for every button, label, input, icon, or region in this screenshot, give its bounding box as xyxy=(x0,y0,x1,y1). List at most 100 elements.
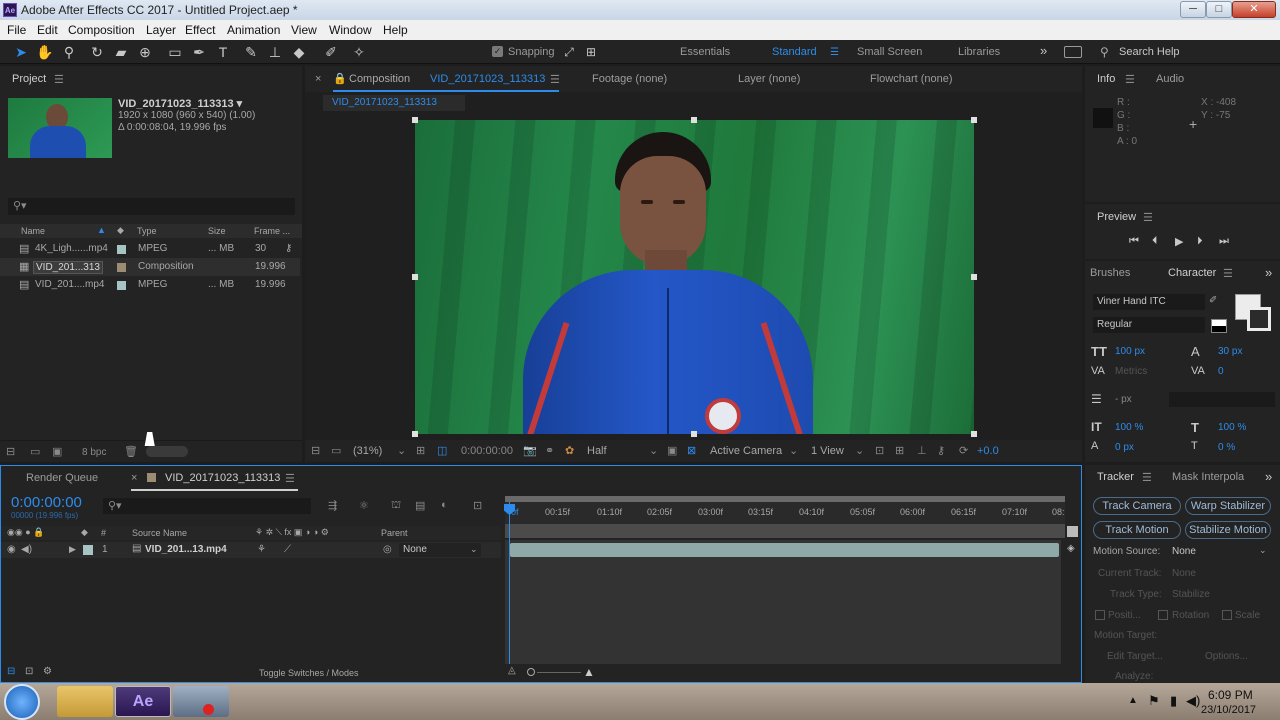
menu-view[interactable]: View xyxy=(291,23,317,37)
parent-dropdown[interactable]: None xyxy=(399,543,481,557)
camera-tool-icon[interactable]: ▰ xyxy=(112,43,130,61)
rotation-tool-icon[interactable]: ↻ xyxy=(88,43,106,61)
snapping-checkbox[interactable]: ✓ xyxy=(492,46,503,57)
column-type[interactable]: Type xyxy=(137,226,157,236)
quality-switch-icon[interactable]: ⟋ xyxy=(284,544,291,555)
in-out-icon[interactable]: ⚙ xyxy=(43,666,52,677)
comp-duration-bar[interactable] xyxy=(505,524,1065,538)
layer-number-column[interactable]: # xyxy=(101,528,106,538)
show-snapshot-icon[interactable]: ⚭ xyxy=(545,444,554,457)
action-center-flag-icon[interactable]: ⚑ xyxy=(1148,693,1160,709)
frame-blending-icon[interactable]: ▤ xyxy=(415,499,425,512)
zoom-slider[interactable] xyxy=(527,668,535,676)
last-frame-icon[interactable]: ⏭ xyxy=(1219,235,1229,248)
render-queue-tab[interactable]: Render Queue xyxy=(26,472,98,484)
track-motion-button[interactable]: Track Motion xyxy=(1093,521,1181,539)
fit-icon[interactable]: ⊞ xyxy=(416,444,425,457)
stroke-width-value[interactable]: - px xyxy=(1115,394,1132,405)
font-style-dropdown[interactable]: Regular xyxy=(1093,317,1205,333)
leading-value[interactable]: 30 px xyxy=(1218,346,1242,357)
current-time-display[interactable]: 0:00:00:00 xyxy=(461,445,513,457)
pen-tool-icon[interactable]: ✒ xyxy=(190,43,208,61)
brush-tool-icon[interactable]: ✎ xyxy=(242,43,260,61)
thumbnail-slider[interactable] xyxy=(146,446,188,457)
label-column-icon[interactable]: ◆ xyxy=(81,527,88,538)
default-colors-icon[interactable] xyxy=(1211,319,1227,333)
clone-stamp-tool-icon[interactable]: ⊥ xyxy=(266,43,284,61)
column-frame-rate[interactable]: Frame ... xyxy=(254,226,290,236)
menu-animation[interactable]: Animation xyxy=(227,23,280,37)
layer-label-swatch[interactable] xyxy=(83,545,93,555)
tracker-tab[interactable]: Tracker xyxy=(1097,471,1134,483)
transparency-grid-icon[interactable]: ⊠ xyxy=(687,444,696,457)
menu-layer[interactable]: Layer xyxy=(146,23,176,37)
stroke-style-dropdown[interactable] xyxy=(1169,392,1275,407)
motion-source-dropdown[interactable]: None xyxy=(1172,546,1196,557)
bit-depth-button[interactable]: 8 bpc xyxy=(82,447,106,458)
minimize-button[interactable]: ─ xyxy=(1180,1,1206,18)
network-icon[interactable]: ▮ xyxy=(1170,693,1177,709)
kerning-value[interactable]: Metrics xyxy=(1115,366,1147,377)
pick-whip-icon[interactable]: ◎ xyxy=(383,544,392,555)
column-size[interactable]: Size xyxy=(208,226,226,236)
shy-layers-icon[interactable]: ⛫ xyxy=(391,499,401,513)
audio-tab[interactable]: Audio xyxy=(1156,73,1184,85)
stroke-color-swatch[interactable] xyxy=(1247,307,1271,331)
eyedropper-icon[interactable]: ✐ xyxy=(1209,295,1217,306)
chevron-down-icon[interactable]: ⌄ xyxy=(470,544,478,555)
track-camera-button[interactable]: Track Camera xyxy=(1093,497,1181,515)
more-workspaces-icon[interactable]: » xyxy=(1040,43,1047,58)
project-item[interactable]: ▤ VID_201....mp4 MPEG ... MB 19.996 xyxy=(0,276,300,294)
camera-view-dropdown[interactable]: Active Camera xyxy=(710,445,782,457)
graph-editor-icon[interactable]: ⊡ xyxy=(473,499,482,512)
menu-composition[interactable]: Composition xyxy=(68,23,135,37)
parent-column[interactable]: Parent xyxy=(381,528,408,538)
selected-item-name[interactable]: VID_20171023_113313 ▾ xyxy=(118,97,242,110)
comp-marker-bin-icon[interactable] xyxy=(1067,526,1078,537)
transform-handle[interactable] xyxy=(971,431,977,437)
composition-panel-menu-icon[interactable]: ☰ xyxy=(550,73,560,86)
resolution-dropdown[interactable]: Half xyxy=(587,445,607,457)
transform-handle[interactable] xyxy=(691,431,697,437)
shy-switch-icon[interactable]: ⚘ xyxy=(257,544,266,555)
composition-mini-flowchart-icon[interactable]: ⇶ xyxy=(328,499,337,512)
lock-icon[interactable]: 🔒 xyxy=(333,72,347,85)
menu-edit[interactable]: Edit xyxy=(37,23,58,37)
tracker-panel-menu-icon[interactable]: ☰ xyxy=(1142,471,1152,484)
font-size-value[interactable]: 100 px xyxy=(1115,346,1145,357)
draft-3d-icon[interactable]: ⚛ xyxy=(359,499,369,512)
layer-switches-icon[interactable]: ⊟ xyxy=(7,666,15,677)
fast-previews-icon[interactable]: ⊞ xyxy=(895,444,904,457)
interpret-footage-icon[interactable]: ⊟ xyxy=(6,445,15,458)
transform-handle[interactable] xyxy=(412,117,418,123)
label-color-swatch[interactable] xyxy=(117,281,126,290)
tsume-value[interactable]: 0 % xyxy=(1218,442,1235,453)
transform-handle[interactable] xyxy=(691,117,697,123)
motion-blur-icon[interactable]: ◐ xyxy=(441,499,448,511)
layer-row[interactable]: ◉ ◀) ▶ 1 ▤ VID_201...13.mp4 ⚘ ⟋ ◎ None ⌄ xyxy=(1,542,501,558)
exposure-value[interactable]: +0.0 xyxy=(977,445,999,457)
label-color-swatch[interactable] xyxy=(117,263,126,272)
font-family-dropdown[interactable]: Viner Hand ITC xyxy=(1093,294,1205,310)
screen-recorder-taskbar-icon[interactable] xyxy=(173,686,229,717)
play-icon[interactable]: ▶ xyxy=(1175,235,1183,248)
timeline-search-input[interactable]: ⚲▾ xyxy=(103,498,311,514)
transform-handle[interactable] xyxy=(412,274,418,280)
more-panels-icon[interactable]: » xyxy=(1265,469,1272,484)
layer-duration-bar[interactable] xyxy=(510,543,1059,557)
toggle-pixel-aspect-icon[interactable]: ⊡ xyxy=(875,444,884,457)
source-name-column[interactable]: Source Name xyxy=(132,528,187,538)
audio-icon[interactable]: ◀) xyxy=(21,544,32,555)
hand-tool-icon[interactable]: ✋ xyxy=(36,43,54,61)
channel-icon[interactable]: ✿ xyxy=(565,444,574,457)
tracking-value[interactable]: 0 xyxy=(1218,366,1224,377)
project-tab[interactable]: Project xyxy=(12,73,46,85)
preview-tab[interactable]: Preview xyxy=(1097,211,1136,223)
composition-navigator-tab[interactable]: VID_20171023_113313 xyxy=(323,95,465,111)
workspace-libraries[interactable]: Libraries xyxy=(958,46,1000,58)
mask-interpolation-tab[interactable]: Mask Interpola xyxy=(1172,471,1244,483)
snapshot-camera-icon[interactable]: 📷 xyxy=(523,444,537,457)
info-panel-menu-icon[interactable]: ☰ xyxy=(1125,73,1135,86)
roto-brush-tool-icon[interactable]: ✐ xyxy=(322,43,340,61)
flowchart-tab[interactable]: Flowchart (none) xyxy=(870,73,953,85)
